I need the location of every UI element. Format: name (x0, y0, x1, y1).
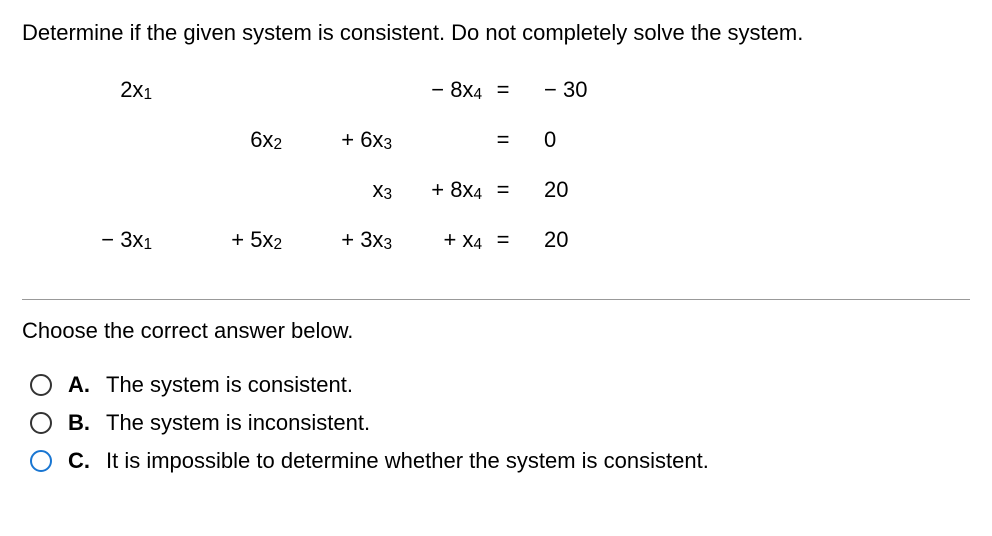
eq4-rhs: 20 (524, 227, 614, 253)
eq4-equals: = (482, 227, 524, 253)
choice-letter: B. (68, 410, 96, 436)
choice-text: It is impossible to determine whether th… (106, 448, 709, 474)
equation-system: 2x1 − 8x4 = − 30 6x2 + 6x3 = 0 x3 + 8x4 … (72, 77, 970, 277)
eq2-term2: 6x2 (152, 127, 282, 153)
equation-row-4: − 3x1 + 5x2 + 3x3 + x4 = 20 (72, 227, 970, 277)
eq4-term3: + 3x3 (282, 227, 392, 253)
eq4-term1: − 3x1 (72, 227, 152, 253)
eq3-term3: x3 (282, 177, 392, 203)
eq3-term4: + 8x4 (392, 177, 482, 203)
choice-c[interactable]: C. It is impossible to determine whether… (30, 448, 970, 474)
radio-icon (30, 450, 52, 472)
choice-b[interactable]: B. The system is inconsistent. (30, 410, 970, 436)
eq1-term1: 2x1 (72, 77, 152, 103)
radio-icon (30, 412, 52, 434)
eq4-term4: + x4 (392, 227, 482, 253)
choice-a[interactable]: A. The system is consistent. (30, 372, 970, 398)
question-text: Determine if the given system is consist… (22, 18, 970, 49)
prompt-text: Choose the correct answer below. (22, 318, 970, 344)
choice-text: The system is inconsistent. (106, 410, 370, 436)
divider (22, 299, 970, 300)
eq3-rhs: 20 (524, 177, 614, 203)
eq2-term3: + 6x3 (282, 127, 392, 153)
eq3-equals: = (482, 177, 524, 203)
eq4-term2: + 5x2 (152, 227, 282, 253)
radio-icon (30, 374, 52, 396)
equation-row-3: x3 + 8x4 = 20 (72, 177, 970, 227)
eq1-term4: − 8x4 (392, 77, 482, 103)
eq1-equals: = (482, 77, 524, 103)
choice-letter: C. (68, 448, 96, 474)
choice-letter: A. (68, 372, 96, 398)
eq1-rhs: − 30 (524, 77, 614, 103)
eq2-rhs: 0 (524, 127, 614, 153)
eq2-equals: = (482, 127, 524, 153)
choice-list: A. The system is consistent. B. The syst… (30, 372, 970, 474)
choice-text: The system is consistent. (106, 372, 353, 398)
equation-row-2: 6x2 + 6x3 = 0 (72, 127, 970, 177)
equation-row-1: 2x1 − 8x4 = − 30 (72, 77, 970, 127)
